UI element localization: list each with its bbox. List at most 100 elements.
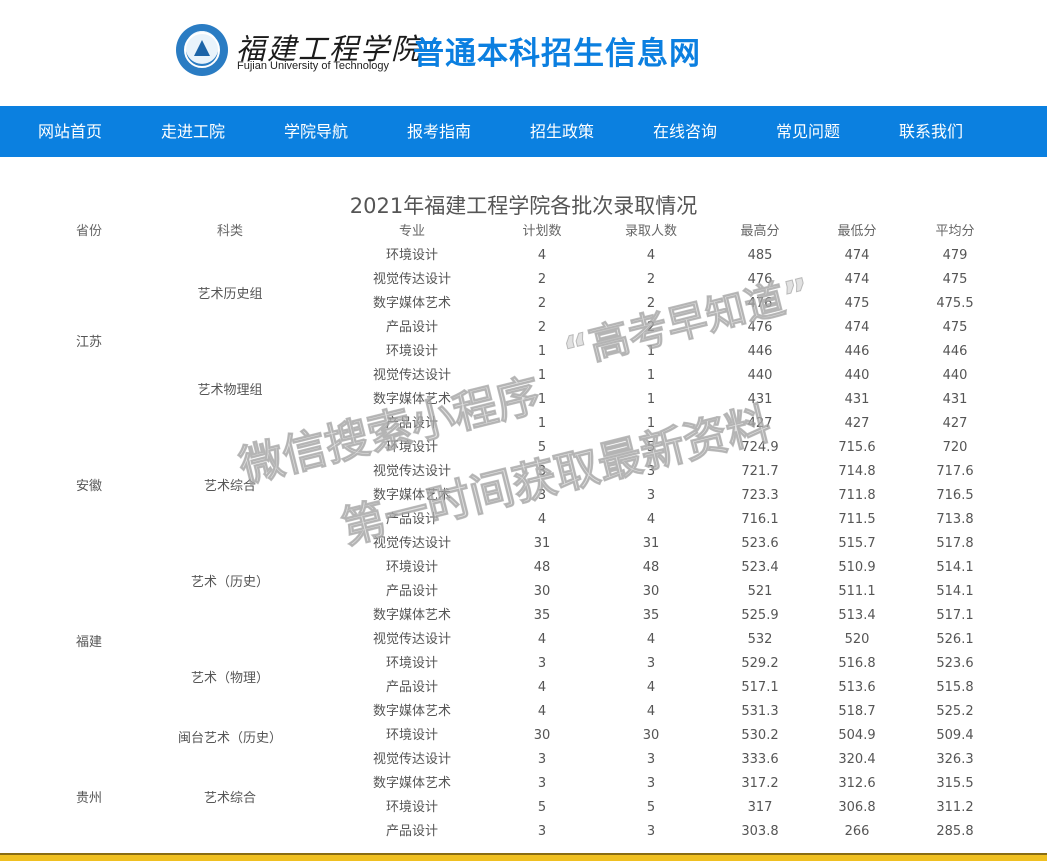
cell-major: 产品设计 — [385, 512, 438, 527]
cell-avg-score: 285.8 — [936, 824, 974, 839]
cell-admitted-count: 35 — [642, 608, 660, 623]
cell-avg-score: 517.1 — [936, 608, 974, 623]
cell-max-score: 716.1 — [741, 512, 779, 527]
cell-min-score: 427 — [844, 416, 870, 431]
nav-item-faq[interactable]: 常见问题 — [743, 106, 873, 157]
cell-max-score: 303.8 — [741, 824, 779, 839]
cell-major: 环境设计 — [385, 800, 438, 815]
cell-min-score: 518.7 — [838, 704, 876, 719]
province-cell: 贵州 — [75, 790, 102, 806]
cell-min-score: 446 — [844, 344, 870, 359]
cell-max-score: 431 — [747, 392, 773, 407]
cell-major: 产品设计 — [385, 584, 438, 599]
category-cell: 艺术物理组 — [197, 382, 263, 398]
cell-major: 环境设计 — [385, 560, 438, 575]
cell-avg-score: 311.2 — [936, 800, 974, 815]
cell-avg-score: 475 — [942, 320, 968, 335]
cell-min-score: 306.8 — [838, 800, 876, 815]
nav-item-about[interactable]: 走进工院 — [128, 106, 258, 157]
cell-major: 视觉传达设计 — [372, 272, 451, 287]
cell-plan-count: 4 — [537, 704, 547, 719]
cell-major: 环境设计 — [385, 344, 438, 359]
cell-min-score: 711.8 — [838, 488, 876, 503]
cell-max-score: 517.1 — [741, 680, 779, 695]
cell-major: 视觉传达设计 — [372, 464, 451, 479]
cell-major: 视觉传达设计 — [372, 752, 451, 767]
cell-min-score: 474 — [844, 320, 870, 335]
cell-admitted-count: 1 — [646, 344, 656, 359]
category-cell: 艺术（物理） — [190, 670, 269, 686]
cell-major: 视觉传达设计 — [372, 632, 451, 647]
cell-plan-count: 3 — [537, 656, 547, 671]
category-cell: 闽台艺术（历史） — [177, 730, 282, 746]
cell-max-score: 531.3 — [741, 704, 779, 719]
cell-major: 数字媒体艺术 — [372, 296, 451, 311]
cell-min-score: 511.1 — [838, 584, 876, 599]
nav-item-consult[interactable]: 在线咨询 — [620, 106, 750, 157]
cell-avg-score: 526.1 — [936, 632, 974, 647]
category-cell: 艺术综合 — [203, 790, 256, 806]
site-header: 福建工程学院 Fujian University of Technology 普… — [0, 0, 1047, 106]
cell-avg-score: 509.4 — [936, 728, 974, 743]
cell-plan-count: 30 — [533, 584, 551, 599]
cell-admitted-count: 48 — [642, 560, 660, 575]
cell-plan-count: 1 — [537, 368, 547, 383]
category-cell: 艺术（历史） — [190, 574, 269, 590]
nav-item-home[interactable]: 网站首页 — [5, 106, 135, 157]
footer-strip — [0, 853, 1047, 855]
site-title[interactable]: 普通本科招生信息网 — [413, 28, 701, 73]
cell-avg-score: 514.1 — [936, 560, 974, 575]
cell-min-score: 320.4 — [838, 752, 876, 767]
cell-max-score: 476 — [747, 272, 773, 287]
cell-max-score: 724.9 — [741, 440, 779, 455]
cell-max-score: 521 — [747, 584, 773, 599]
cell-avg-score: 479 — [942, 248, 968, 263]
cell-plan-count: 48 — [533, 560, 551, 575]
cell-major: 环境设计 — [385, 248, 438, 263]
cell-admitted-count: 1 — [646, 368, 656, 383]
province-cell: 福建 — [75, 634, 102, 650]
cell-min-score: 510.9 — [838, 560, 876, 575]
cell-max-score: 532 — [747, 632, 773, 647]
header-province: 省份 — [75, 224, 102, 239]
university-emblem-icon[interactable] — [176, 24, 228, 76]
cell-plan-count: 3 — [537, 776, 547, 791]
cell-avg-score: 446 — [942, 344, 968, 359]
cell-admitted-count: 3 — [646, 488, 656, 503]
cell-min-score: 440 — [844, 368, 870, 383]
cell-max-score: 523.4 — [741, 560, 779, 575]
cell-plan-count: 1 — [537, 392, 547, 407]
cell-plan-count: 35 — [533, 608, 551, 623]
cell-min-score: 504.9 — [838, 728, 876, 743]
cell-major: 环境设计 — [385, 440, 438, 455]
cell-plan-count: 30 — [533, 728, 551, 743]
cell-min-score: 513.4 — [838, 608, 876, 623]
nav-item-policy[interactable]: 招生政策 — [497, 106, 627, 157]
cell-plan-count: 5 — [537, 440, 547, 455]
cell-admitted-count: 4 — [646, 248, 656, 263]
header-avg-score: 平均分 — [935, 224, 975, 239]
cell-max-score: 446 — [747, 344, 773, 359]
cell-admitted-count: 31 — [642, 536, 660, 551]
cell-admitted-count: 30 — [642, 584, 660, 599]
cell-min-score: 520 — [844, 632, 870, 647]
nav-item-guide[interactable]: 报考指南 — [374, 106, 504, 157]
cell-plan-count: 1 — [537, 416, 547, 431]
cell-min-score: 711.5 — [838, 512, 876, 527]
cell-max-score: 427 — [747, 416, 773, 431]
cell-avg-score: 427 — [942, 416, 968, 431]
cell-admitted-count: 4 — [646, 512, 656, 527]
cell-avg-score: 326.3 — [936, 752, 974, 767]
footer-bar — [0, 853, 1047, 861]
cell-avg-score: 720 — [942, 440, 968, 455]
nav-item-colleges[interactable]: 学院导航 — [251, 106, 381, 157]
logo-english-name: Fujian University of Technology — [237, 60, 390, 72]
province-cell: 江苏 — [75, 334, 102, 350]
cell-major: 环境设计 — [385, 656, 438, 671]
nav-item-contact[interactable]: 联系我们 — [866, 106, 996, 157]
header-major: 专业 — [398, 224, 425, 239]
cell-min-score: 312.6 — [838, 776, 876, 791]
cell-major: 视觉传达设计 — [372, 368, 451, 383]
cell-admitted-count: 3 — [646, 752, 656, 767]
cell-min-score: 513.6 — [838, 680, 876, 695]
